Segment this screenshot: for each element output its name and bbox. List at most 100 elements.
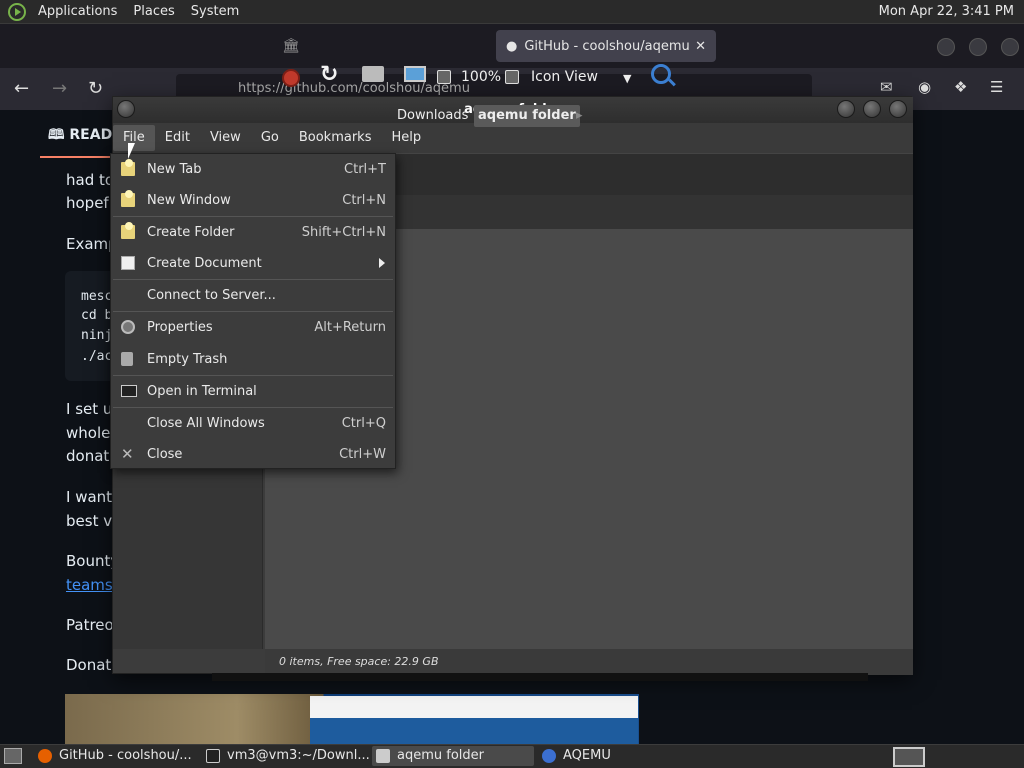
trash-icon bbox=[121, 352, 133, 366]
menu-icon[interactable]: ☰ bbox=[990, 78, 1003, 96]
back-icon[interactable]: ← bbox=[14, 78, 29, 99]
taskbar-item-firefox[interactable]: GitHub - coolshou/... bbox=[38, 746, 192, 766]
file-menu-item-open-in-terminal[interactable]: Open in Terminal bbox=[111, 376, 395, 406]
menu-separator bbox=[113, 407, 393, 408]
view-mode-select[interactable]: Icon View bbox=[531, 69, 598, 85]
close-button[interactable] bbox=[889, 100, 907, 118]
menu-edit[interactable]: Edit bbox=[155, 125, 200, 151]
zoom-level[interactable]: 100% bbox=[461, 69, 501, 85]
top-panel: Applications Places System Mon Apr 22, 3… bbox=[0, 0, 1024, 24]
file-menu-item-label: Create Document bbox=[147, 255, 262, 271]
file-menu-item-label: Open in Terminal bbox=[147, 383, 257, 399]
stop-icon[interactable] bbox=[282, 69, 300, 87]
file-menu-item-accelerator: Alt+Return bbox=[314, 319, 386, 335]
browser-tab-active[interactable]: ● GitHub - coolshou/aqemu ✕ bbox=[496, 30, 716, 62]
readme-tab-label: READ bbox=[69, 127, 113, 143]
path-forward-arrow-icon[interactable]: ▸ bbox=[572, 105, 587, 127]
browser-minimize-button[interactable] bbox=[937, 38, 955, 56]
minimize-button[interactable] bbox=[837, 100, 855, 118]
menu-bookmarks[interactable]: Bookmarks bbox=[289, 125, 382, 151]
taskbar-item-aqemu[interactable]: AQEMU bbox=[542, 746, 611, 766]
file-menu-item-close-all-windows[interactable]: Close All Windows Ctrl+Q bbox=[111, 408, 395, 438]
search-icon[interactable] bbox=[651, 64, 671, 84]
computer-icon[interactable] bbox=[404, 66, 426, 82]
home-icon[interactable] bbox=[362, 66, 384, 82]
menu-view[interactable]: View bbox=[200, 125, 251, 151]
menu-separator bbox=[113, 375, 393, 376]
code-line: ninj bbox=[81, 328, 113, 343]
taskbar-item-terminal[interactable]: vm3@vm3:~/Downl... bbox=[206, 746, 370, 766]
document-icon bbox=[121, 256, 135, 270]
pocket-icon[interactable]: ✉ bbox=[880, 78, 893, 96]
mate-logo-icon[interactable] bbox=[8, 2, 26, 21]
close-icon: ✕ bbox=[121, 445, 134, 463]
browser-maximize-button[interactable] bbox=[969, 38, 987, 56]
system-menu[interactable]: System bbox=[183, 4, 247, 19]
file-menu-item-properties[interactable]: Properties Alt+Return bbox=[111, 312, 395, 342]
file-menu-dropdown: New Tab Ctrl+T New Window Ctrl+N Create Fold… bbox=[110, 153, 396, 469]
file-menu-item-label: Properties bbox=[147, 319, 213, 335]
readme-text-line: whole bbox=[66, 424, 111, 442]
readme-text-line: teams/ bbox=[66, 576, 118, 594]
clock[interactable]: Mon Apr 22, 3:41 PM bbox=[879, 4, 1014, 19]
workspace-switcher[interactable] bbox=[893, 747, 925, 767]
horizontal-scrollbar[interactable] bbox=[212, 673, 868, 681]
chevron-down-icon[interactable]: ▼ bbox=[623, 72, 631, 85]
maximize-button[interactable] bbox=[863, 100, 881, 118]
taskbar-item-label: aqemu folder bbox=[397, 748, 484, 763]
applications-menu[interactable]: Applications bbox=[30, 4, 125, 19]
readme-text-line: I want bbox=[66, 488, 113, 506]
folder-icon bbox=[121, 222, 135, 239]
aqemu-icon bbox=[542, 749, 556, 763]
file-menu-item-accelerator: Ctrl+W bbox=[339, 446, 386, 462]
code-line: mesc bbox=[81, 289, 113, 304]
account-icon[interactable]: ◉ bbox=[918, 78, 931, 96]
book-icon: 🕮 bbox=[48, 127, 65, 143]
forward-icon[interactable]: → bbox=[52, 78, 67, 99]
readme-text-line: best vi bbox=[66, 512, 117, 530]
readme-image-vm-desktop bbox=[310, 718, 638, 744]
museum-icon: 🏛 bbox=[282, 38, 300, 54]
extensions-icon[interactable]: ❖ bbox=[954, 78, 967, 96]
reload-icon[interactable]: ↻ bbox=[320, 62, 338, 87]
menu-go[interactable]: Go bbox=[251, 125, 289, 151]
menu-separator bbox=[113, 279, 393, 280]
taskbar-item-label: GitHub - coolshou/... bbox=[59, 748, 192, 763]
zoom-in-icon[interactable] bbox=[505, 70, 519, 84]
file-menu-item-connect-to-server[interactable]: Connect to Server... bbox=[111, 280, 395, 310]
code-line: ./ac bbox=[81, 349, 113, 364]
places-menu[interactable]: Places bbox=[125, 4, 182, 19]
taskbar-item-file-manager[interactable]: aqemu folder bbox=[372, 746, 534, 766]
menu-separator bbox=[113, 216, 393, 217]
properties-icon bbox=[121, 320, 135, 334]
code-line: cd b bbox=[81, 308, 113, 323]
readme-text-line: had to bbox=[66, 171, 115, 189]
github-icon: ● bbox=[506, 38, 518, 54]
browser-close-button[interactable] bbox=[1001, 38, 1019, 56]
reload-icon[interactable]: ↻ bbox=[88, 78, 103, 99]
show-desktop-icon[interactable] bbox=[4, 748, 22, 764]
file-menu-item-create-folder[interactable]: Create Folder Shift+Ctrl+N bbox=[111, 217, 395, 247]
zoom-out-icon[interactable] bbox=[437, 70, 451, 84]
window-menu-button[interactable] bbox=[117, 100, 135, 118]
file-menu-item-new-window[interactable]: New Window Ctrl+N bbox=[111, 185, 395, 215]
file-menu-item-empty-trash[interactable]: Empty Trash bbox=[111, 344, 395, 374]
file-menu-item-accelerator: Ctrl+Q bbox=[341, 415, 386, 431]
menu-separator bbox=[113, 311, 393, 312]
file-menu-item-new-tab[interactable]: New Tab Ctrl+T bbox=[111, 154, 395, 184]
path-segment-current[interactable]: aqemu folder bbox=[474, 105, 580, 127]
file-menu-item-label: New Tab bbox=[147, 161, 202, 177]
new-tab-icon bbox=[121, 159, 135, 176]
file-menu-item-label: Close bbox=[147, 446, 183, 462]
terminal-icon bbox=[121, 385, 137, 397]
path-segment-downloads[interactable]: Downloads bbox=[393, 105, 472, 127]
status-bar: 0 items, Free space: 22.9 GB bbox=[265, 649, 913, 675]
menu-help[interactable]: Help bbox=[381, 125, 431, 151]
browser-tab-inactive[interactable]: 🏛 bbox=[272, 30, 488, 62]
browser-tab-label: GitHub - coolshou/aqemu bbox=[524, 38, 690, 54]
file-menu-item-create-document[interactable]: Create Document bbox=[111, 248, 395, 278]
file-menu-item-close[interactable]: ✕ Close Ctrl+W bbox=[111, 439, 395, 469]
file-menu-item-accelerator: Shift+Ctrl+N bbox=[301, 224, 386, 240]
readme-text-line: Patreo bbox=[66, 616, 114, 634]
tab-close-icon[interactable]: ✕ bbox=[695, 39, 706, 54]
